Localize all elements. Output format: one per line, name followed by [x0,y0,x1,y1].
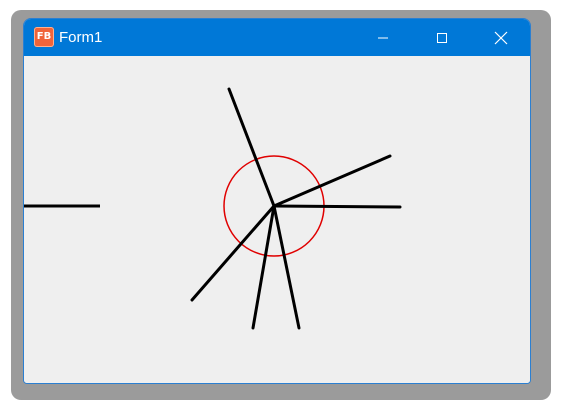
app-icon: FB [34,27,54,47]
minimize-button[interactable] [354,19,412,56]
spoke-line [272,204,301,330]
minimize-icon [378,37,388,38]
window-title: Form1 [59,29,103,46]
title-bar[interactable]: FB Form1 [24,19,530,56]
spoke-line [227,87,276,208]
close-icon [494,31,508,44]
form1-window[interactable]: FB Form1 [23,18,531,384]
maximize-button[interactable] [413,19,471,56]
client-area[interactable] [24,56,530,383]
maximize-icon [437,32,447,43]
desktop: FB Form1 [0,0,561,409]
close-button[interactable] [472,19,530,56]
drawing-canvas [24,87,402,330]
spoke-line [272,204,402,209]
spoke-line [272,154,392,208]
